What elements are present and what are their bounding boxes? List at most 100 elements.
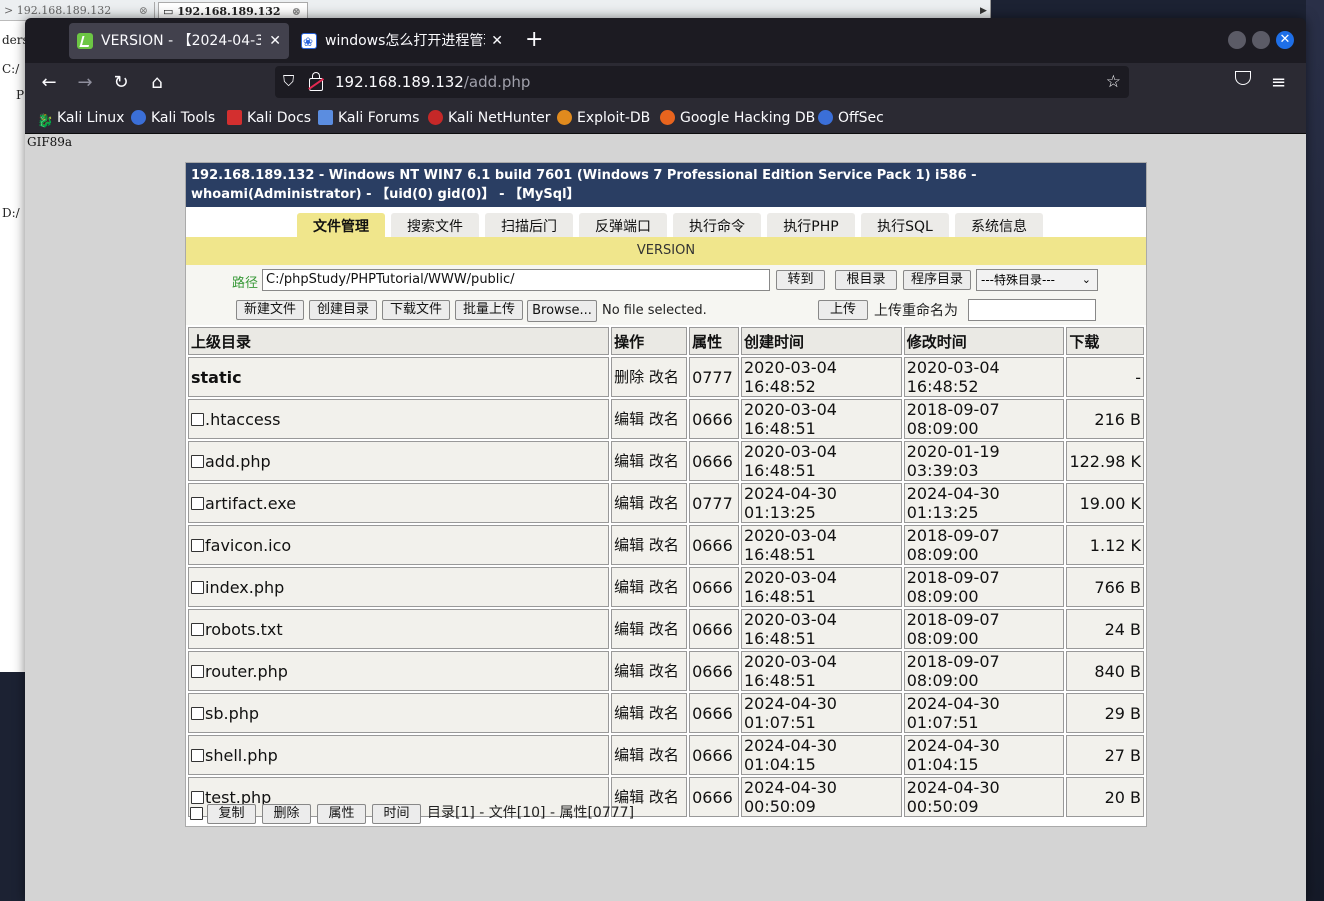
browse-button[interactable]: Browse... xyxy=(527,300,597,322)
modified-cell[interactable]: 2018-09-07 08:09:00 xyxy=(903,567,1065,607)
header-parent-dir[interactable]: 上级目录 xyxy=(188,327,610,355)
download-size[interactable]: - xyxy=(1135,368,1141,387)
file-link[interactable]: index.php xyxy=(205,578,284,597)
file-checkbox[interactable] xyxy=(191,580,204,594)
permission-cell[interactable]: 0666 xyxy=(689,609,739,649)
operation-links[interactable]: 编辑 改名 xyxy=(614,746,679,764)
operation-links[interactable]: 编辑 改名 xyxy=(614,578,679,596)
bookmark-google-hacking-db[interactable]: Google Hacking DB xyxy=(660,103,815,133)
back-arrow-icon[interactable]: ← xyxy=(35,69,63,97)
permission-link[interactable]: 0666 xyxy=(692,536,733,555)
bookmark-kali-docs[interactable]: Kali Docs xyxy=(227,103,311,133)
batch-upload-button[interactable]: 批量上传 xyxy=(455,300,523,320)
download-size[interactable]: 216 B xyxy=(1094,410,1141,429)
bookmark-offsec[interactable]: OffSec xyxy=(818,103,884,133)
file-checkbox[interactable] xyxy=(191,454,204,468)
scroll-right-icon[interactable]: ▶ xyxy=(980,6,987,16)
maximize-button[interactable] xyxy=(1252,31,1270,49)
modified-cell[interactable]: 2024-04-30 01:13:25 xyxy=(903,483,1065,523)
file-checkbox[interactable] xyxy=(191,412,204,426)
download-cell[interactable]: - xyxy=(1066,357,1144,397)
dir-link[interactable]: static xyxy=(191,368,242,387)
url-text[interactable]: 192.168.189.132/add.php xyxy=(335,66,530,98)
select-all-checkbox[interactable] xyxy=(190,807,203,820)
file-link[interactable]: add.php xyxy=(205,452,271,471)
operation-links[interactable]: 编辑 改名 xyxy=(614,410,679,428)
permission-cell[interactable]: 0666 xyxy=(689,693,739,733)
permission-link[interactable]: 0666 xyxy=(692,620,733,639)
tab-exec-php[interactable]: 执行PHP xyxy=(767,213,855,237)
operation-links[interactable]: 编辑 改名 xyxy=(614,536,679,554)
file-link[interactable]: shell.php xyxy=(205,746,278,765)
file-link[interactable]: .htaccess xyxy=(205,410,280,429)
download-cell[interactable]: 840 B xyxy=(1066,651,1144,691)
download-size[interactable]: 19.00 K xyxy=(1080,494,1141,513)
bookmark-star-icon[interactable]: ☆ xyxy=(1106,66,1121,98)
modified-cell[interactable]: 2024-04-30 01:07:51 xyxy=(903,693,1065,733)
permission-link[interactable]: 0666 xyxy=(692,704,733,723)
download-cell[interactable]: 19.00 K xyxy=(1066,483,1144,523)
permission-cell[interactable]: 0666 xyxy=(689,399,739,439)
operations-cell[interactable]: 编辑 改名 xyxy=(611,735,688,775)
operation-links[interactable]: 编辑 改名 xyxy=(614,494,679,512)
forward-arrow-icon[interactable]: → xyxy=(71,69,99,97)
operations-cell[interactable]: 编辑 改名 xyxy=(611,441,688,481)
shield-icon[interactable]: ⛉ xyxy=(283,72,294,90)
file-checkbox[interactable] xyxy=(191,496,204,510)
window-close-button[interactable]: ✕ xyxy=(1276,31,1294,49)
special-dir-select[interactable]: ---特殊目录--- ⌄ xyxy=(976,269,1098,291)
modified-cell[interactable]: 2024-04-30 01:04:15 xyxy=(903,735,1065,775)
permission-link[interactable]: 0777 xyxy=(692,368,733,387)
file-checkbox[interactable] xyxy=(191,748,204,762)
operation-links[interactable]: 编辑 改名 xyxy=(614,452,679,470)
new-file-button[interactable]: 新建文件 xyxy=(236,300,304,320)
path-input[interactable]: C:/phpStudy/PHPTutorial/WWW/public/ xyxy=(262,269,770,291)
tab-search-files[interactable]: 搜索文件 xyxy=(391,213,479,237)
time-button[interactable]: 时间 xyxy=(372,804,421,824)
pocket-icon[interactable] xyxy=(1235,71,1251,85)
tab-scan-backdoor[interactable]: 扫描后门 xyxy=(485,213,573,237)
browser-tab-active[interactable]: VERSION - 【2024-04-30 ✕ xyxy=(69,23,289,59)
modified-cell[interactable]: 2018-09-07 08:09:00 xyxy=(903,399,1065,439)
permission-cell[interactable]: 0666 xyxy=(689,651,739,691)
file-link[interactable]: favicon.ico xyxy=(205,536,291,555)
file-checkbox[interactable] xyxy=(191,538,204,552)
download-cell[interactable]: 122.98 K xyxy=(1066,441,1144,481)
download-cell[interactable]: 766 B xyxy=(1066,567,1144,607)
copy-button[interactable]: 复制 xyxy=(207,804,256,824)
download-size[interactable]: 766 B xyxy=(1094,578,1141,597)
operations-cell[interactable]: 编辑 改名 xyxy=(611,693,688,733)
download-cell[interactable]: 216 B xyxy=(1066,399,1144,439)
operations-cell[interactable]: 编辑 改名 xyxy=(611,609,688,649)
operations-cell[interactable]: 编辑 改名 xyxy=(611,651,688,691)
tab-reverse-port[interactable]: 反弹端口 xyxy=(579,213,667,237)
download-size[interactable]: 29 B xyxy=(1105,704,1141,723)
home-icon[interactable]: ⌂ xyxy=(143,69,171,97)
modified-cell[interactable]: 2018-09-07 08:09:00 xyxy=(903,525,1065,565)
operation-links[interactable]: 编辑 改名 xyxy=(614,704,679,722)
hamburger-menu-icon[interactable]: ≡ xyxy=(1271,69,1286,97)
permission-cell[interactable]: 0777 xyxy=(689,357,739,397)
url-bar[interactable]: ⛉ 192.168.189.132/add.php ☆ xyxy=(275,66,1129,98)
download-cell[interactable]: 27 B xyxy=(1066,735,1144,775)
modified-cell[interactable]: 2018-09-07 08:09:00 xyxy=(903,651,1065,691)
browser-tab[interactable]: windows怎么打开进程管理 ✕ xyxy=(293,23,511,59)
bookmark-kali-nethunter[interactable]: Kali NetHunter xyxy=(428,103,550,133)
permission-cell[interactable]: 0666 xyxy=(689,441,739,481)
permission-cell[interactable]: 0666 xyxy=(689,735,739,775)
bookmark-kali-linux[interactable]: 🐉 Kali Linux xyxy=(37,103,124,133)
file-link[interactable]: robots.txt xyxy=(205,620,283,639)
modified-cell[interactable]: 2020-03-04 16:48:52 xyxy=(903,357,1065,397)
permission-cell[interactable]: 0777 xyxy=(689,483,739,523)
operations-cell[interactable]: 删除 改名 xyxy=(611,357,688,397)
download-size[interactable]: 840 B xyxy=(1094,662,1141,681)
root-dir-button[interactable]: 根目录 xyxy=(835,270,897,290)
file-checkbox[interactable] xyxy=(191,664,204,678)
download-size[interactable]: 24 B xyxy=(1105,620,1141,639)
file-checkbox[interactable] xyxy=(191,622,204,636)
modified-cell[interactable]: 2020-01-19 03:39:03 xyxy=(903,441,1065,481)
operation-links[interactable]: 删除 改名 xyxy=(614,368,679,386)
tab-exec-sql[interactable]: 执行SQL xyxy=(861,213,949,237)
permission-link[interactable]: 0666 xyxy=(692,746,733,765)
close-icon[interactable]: ✕ xyxy=(269,23,281,59)
